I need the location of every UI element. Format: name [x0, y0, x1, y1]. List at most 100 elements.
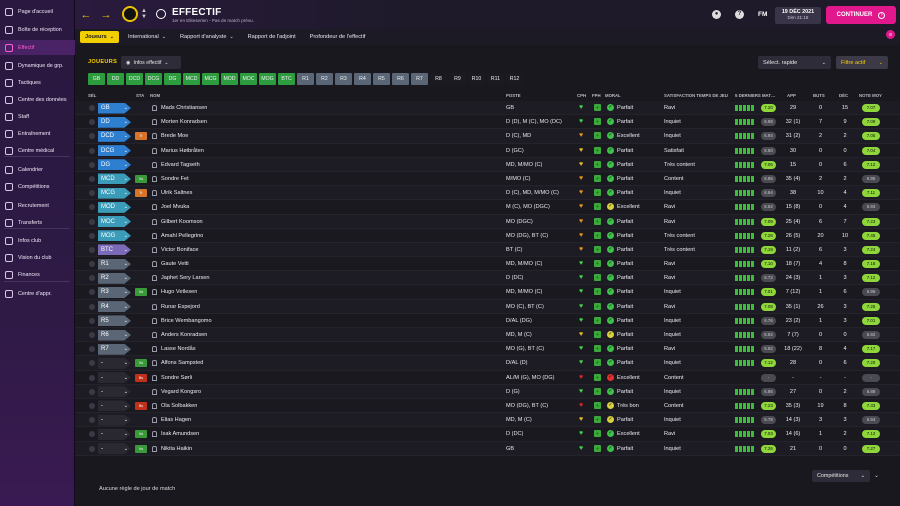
- select-checkbox[interactable]: [89, 402, 95, 409]
- social-icon[interactable]: ●: [712, 10, 721, 19]
- position-selector[interactable]: MCD ⌄: [98, 173, 131, 185]
- player-name[interactable]: Isak Amundsen: [161, 431, 199, 437]
- table-row[interactable]: R6 ⌄ Anders Konradsen MD, M (C) ♥ + ✓ Parfait In…: [75, 328, 900, 343]
- col-cph[interactable]: CPH: [577, 93, 586, 98]
- col-nom[interactable]: NOM: [150, 93, 160, 98]
- expand-chevron-icon[interactable]: ⌄: [874, 472, 879, 479]
- table-row[interactable]: DG ⌄ Edvard Tagseth MD, M/MO (C) ♥ + ✓ Parfait T…: [75, 157, 900, 172]
- select-checkbox[interactable]: [89, 360, 95, 367]
- position-selector[interactable]: MOD ⌄: [98, 201, 131, 213]
- position-chip[interactable]: MCD: [183, 73, 200, 85]
- table-row[interactable]: - ⌄ Bs Ola Solbakken MO (DG), BT (C) ♥ + ✓ Très …: [75, 398, 900, 414]
- col-fph[interactable]: FPH: [592, 93, 601, 98]
- select-checkbox[interactable]: [89, 190, 95, 197]
- player-name[interactable]: Victor Boniface: [161, 247, 199, 253]
- position-selector[interactable]: MOG ⌄: [98, 230, 131, 242]
- col-poste[interactable]: POSTE: [506, 93, 521, 98]
- position-selector[interactable]: - ⌄: [98, 443, 131, 454]
- table-row[interactable]: MCG ⌄ Tr Ulrik Saltnes D (C), MD, M/MO (C) ♥ +…: [75, 186, 900, 201]
- select-checkbox[interactable]: [89, 374, 95, 381]
- position-chip[interactable]: R3: [335, 73, 352, 85]
- col-note[interactable]: NOTE MOY: [859, 93, 882, 98]
- col-moral[interactable]: MORAL: [605, 93, 621, 98]
- sidebar-item[interactable]: Boîte de réception: [0, 22, 75, 37]
- table-row[interactable]: R1 ⌄ Gaute Vetti MD, M/MO (C) ♥ + ✓ Parfait Ravi…: [75, 257, 900, 272]
- table-row[interactable]: GB ⌄ Mads Christiansen GB ♥ + ✓ Parfait Ravi 7.20…: [75, 101, 900, 116]
- position-selector[interactable]: - ⌄: [98, 386, 131, 398]
- col-sel[interactable]: SÉL: [88, 93, 96, 98]
- active-filter-dropdown[interactable]: Filtre actif ⌄: [836, 56, 888, 69]
- table-row[interactable]: R3 ⌄ Vo Hugo Vetlesen MD, M/MO (C) ♥ + ✓ Parfait…: [75, 285, 900, 300]
- club-badge-icon[interactable]: [122, 6, 138, 22]
- player-name[interactable]: Elias Hagen: [161, 417, 191, 423]
- search-icon[interactable]: [156, 9, 166, 19]
- position-chip[interactable]: R5: [373, 73, 390, 85]
- position-chip[interactable]: BTC: [278, 73, 295, 85]
- table-row[interactable]: DD ⌄ Morten Konradsen D (D), M (C), MO (DC)…: [75, 115, 900, 130]
- sidebar-item[interactable]: Effectif: [0, 40, 75, 55]
- select-checkbox[interactable]: [89, 105, 95, 111]
- player-name[interactable]: Gaute Vetti: [161, 261, 189, 267]
- player-name[interactable]: Japhet Sery Larsen: [161, 275, 210, 281]
- position-chip[interactable]: R2: [316, 73, 333, 85]
- position-selector[interactable]: GB ⌄: [98, 102, 131, 114]
- date-box[interactable]: 19 DÉC 2021 Dim 21:18: [775, 7, 821, 24]
- position-selector[interactable]: - ⌄: [98, 372, 131, 384]
- position-selector[interactable]: DG ⌄: [98, 159, 131, 171]
- select-checkbox[interactable]: [89, 147, 95, 154]
- select-checkbox[interactable]: [89, 289, 95, 296]
- position-selector[interactable]: BTC ⌄: [98, 244, 131, 256]
- table-row[interactable]: MOD ⌄ Joel Mvuka M (C), MO (DGC) ♥ + ✓ Excellen…: [75, 200, 900, 215]
- squad-info-view-button[interactable]: ◉ Infos effectif ⌄: [121, 56, 181, 69]
- select-checkbox[interactable]: [89, 431, 95, 438]
- sidebar-item[interactable]: Centre d'appr.: [0, 286, 75, 301]
- select-checkbox[interactable]: [89, 275, 95, 282]
- select-checkbox[interactable]: [89, 246, 95, 253]
- table-row[interactable]: - ⌄ Vo Isak Amundsen D (DC) ♥ + ✓ Excellent Ravi 7…: [75, 427, 900, 442]
- position-chip[interactable]: DCG: [145, 73, 162, 85]
- position-chip[interactable]: R9: [449, 73, 466, 85]
- player-name[interactable]: Hugo Vetlesen: [161, 289, 197, 295]
- back-arrow-icon[interactable]: ←: [80, 9, 92, 21]
- table-row[interactable]: - ⌄ Vo Nikita Haikin GB ♥ + ✓ Parfait Inquiet 7.26…: [75, 441, 900, 456]
- quick-select-dropdown[interactable]: Sélect. rapide ⌄: [758, 56, 831, 69]
- table-row[interactable]: R7 ⌄ Lasse Nordås MO (G), BT (C) ♥ + ✓ Parfait R…: [75, 342, 900, 357]
- position-selector[interactable]: R3 ⌄: [98, 286, 131, 298]
- select-checkbox[interactable]: [89, 133, 95, 140]
- fm-logo[interactable]: FM: [758, 11, 767, 18]
- subtab[interactable]: Profondeur de l'effectif: [305, 31, 371, 43]
- position-selector[interactable]: - ⌄: [98, 400, 131, 412]
- select-checkbox[interactable]: [89, 317, 95, 324]
- position-selector[interactable]: MCG ⌄: [98, 187, 131, 199]
- player-name[interactable]: Ola Solbakken: [161, 403, 197, 409]
- table-row[interactable]: R5 ⌄ Brice Wembangomo D/AL (DG) ♥ + ✓ Parfait In…: [75, 313, 900, 328]
- select-checkbox[interactable]: [89, 303, 95, 310]
- competitions-dropdown[interactable]: Compétitions ⌄: [812, 470, 870, 482]
- position-selector[interactable]: R6 ⌄: [98, 329, 131, 341]
- position-chip[interactable]: R6: [392, 73, 409, 85]
- position-selector[interactable]: MOC ⌄: [98, 216, 131, 227]
- player-name[interactable]: Joel Mvuka: [161, 204, 189, 210]
- forward-arrow-icon[interactable]: →: [100, 9, 112, 21]
- notification-count-badge[interactable]: 8: [886, 30, 895, 39]
- sidebar-item[interactable]: Centre des données: [0, 92, 75, 107]
- col-sta[interactable]: STA: [136, 93, 144, 98]
- select-checkbox[interactable]: [89, 218, 95, 225]
- position-chip[interactable]: DD: [107, 73, 124, 85]
- table-row[interactable]: MOG ⌄ Amahl Pellegrino MO (DG), BT (C) ♥ + ✓ Pa…: [75, 228, 900, 243]
- select-checkbox[interactable]: [89, 346, 95, 353]
- select-checkbox[interactable]: [89, 119, 95, 126]
- sidebar-item[interactable]: Finances: [0, 267, 75, 282]
- position-chip[interactable]: R10: [468, 73, 485, 85]
- position-chip[interactable]: R11: [487, 73, 504, 85]
- player-name[interactable]: Anders Konradsen: [161, 332, 207, 338]
- player-name[interactable]: Gilbert Koomson: [161, 219, 203, 225]
- col-dec[interactable]: DÉC: [839, 93, 848, 98]
- player-name[interactable]: Sondre Sørli: [161, 375, 192, 381]
- player-name[interactable]: Nikita Haikin: [161, 446, 192, 452]
- table-row[interactable]: DCD ⌄ Tr Brede Moe D (C), MD ♥ + ✓ Excellent Inqu…: [75, 129, 900, 144]
- sidebar-item[interactable]: Calendrier: [0, 162, 75, 177]
- table-row[interactable]: - ⌄ Vo Alfons Sampsted D/AL (D) ♥ + ✓ Parfait Inq…: [75, 356, 900, 371]
- player-name[interactable]: Sondre Fet: [161, 176, 189, 182]
- player-name[interactable]: Morten Konradsen: [161, 119, 207, 125]
